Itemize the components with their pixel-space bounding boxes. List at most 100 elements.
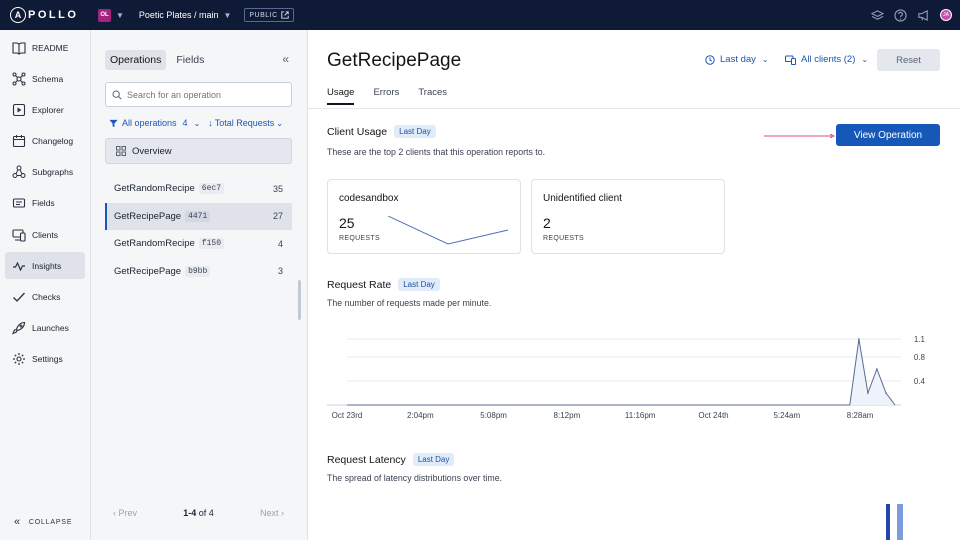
nav-item-insights[interactable]: Insights bbox=[5, 252, 85, 280]
org-switcher[interactable]: OL ▼ bbox=[98, 8, 124, 22]
sort-filter[interactable]: ↓ Total Requests ⌄ bbox=[208, 118, 283, 128]
operation-hash: 4471 bbox=[185, 210, 211, 222]
next-page-button[interactable]: Next › bbox=[260, 508, 284, 518]
settings-icon bbox=[13, 353, 25, 366]
operation-search bbox=[105, 82, 292, 107]
page-range: 1-4 bbox=[183, 508, 197, 518]
tab-divider bbox=[308, 108, 960, 109]
view-operation-button[interactable]: View Operation bbox=[836, 124, 940, 146]
latency-chart bbox=[886, 504, 903, 540]
nav-item-label: Fields bbox=[32, 198, 55, 209]
top-bar-icons: JA bbox=[871, 8, 952, 22]
x-tick-label: 8:12pm bbox=[554, 411, 581, 420]
tab-errors[interactable]: Errors bbox=[373, 87, 399, 105]
data-point bbox=[885, 392, 887, 394]
graph-switcher[interactable]: Poetic Plates / main ▼ bbox=[139, 10, 231, 20]
top-bar: A POLLO OL ▼ Poetic Plates / main ▼ PUBL… bbox=[0, 0, 960, 30]
visibility-label: PUBLIC bbox=[249, 11, 278, 19]
nav-item-label: Explorer bbox=[32, 104, 64, 115]
nav-item-label: Insights bbox=[32, 260, 62, 271]
client-card-unidentified[interactable]: Unidentified client 2 REQUESTS bbox=[531, 179, 725, 254]
prev-label: Prev bbox=[118, 508, 138, 518]
operation-hash: 6ec7 bbox=[198, 183, 224, 195]
next-label: Next bbox=[259, 508, 279, 518]
tab-usage[interactable]: Usage bbox=[327, 87, 355, 105]
announcements-icon[interactable] bbox=[917, 9, 930, 22]
operation-name: GetRandomRecipe bbox=[114, 183, 195, 195]
search-input[interactable] bbox=[127, 89, 287, 100]
arrow-annotation bbox=[764, 134, 836, 138]
nav-item-checks[interactable]: Checks bbox=[5, 284, 85, 311]
chevron-down-icon: ▼ bbox=[223, 10, 232, 20]
help-icon[interactable] bbox=[894, 8, 907, 22]
request-rate-desc: The number of requests made per minute. bbox=[327, 298, 492, 308]
apollo-logo-text: POLLO bbox=[28, 9, 79, 21]
operation-count: 27 bbox=[272, 211, 283, 222]
nav-item-subgraphs[interactable]: Subgraphs bbox=[5, 159, 85, 186]
scrollbar[interactable] bbox=[298, 280, 301, 320]
collapse-button[interactable]: « COLLAPSE bbox=[14, 516, 72, 528]
section-title: Client Usage bbox=[327, 125, 388, 138]
user-avatar[interactable]: JA bbox=[940, 9, 952, 21]
request-rate-title: Request Rate Last Day bbox=[327, 278, 440, 291]
operation-list: GetRandomRecipe 6ec7 35 GetRecipePage 44… bbox=[105, 175, 292, 285]
nav-item-fields[interactable]: Fields bbox=[5, 190, 85, 217]
org-avatar: OL bbox=[98, 8, 111, 22]
nav-item-label: Schema bbox=[32, 73, 64, 84]
section-title: Request Rate bbox=[327, 278, 392, 291]
data-point bbox=[858, 338, 860, 340]
list-item[interactable]: GetRandomRecipe 6ec7 35 bbox=[105, 175, 292, 203]
latency-bar bbox=[897, 504, 903, 540]
time-range-select[interactable]: Last day ⌄ bbox=[705, 54, 769, 65]
client-card-codesandbox[interactable]: codesandbox 25 REQUESTS bbox=[327, 179, 521, 254]
nav-item-schema[interactable]: Schema bbox=[5, 65, 85, 92]
operations-filter[interactable]: All operations 4 ⌄ bbox=[109, 118, 200, 128]
main-content: GetRecipePage Last day ⌄ All clients (2)… bbox=[308, 30, 960, 540]
list-item[interactable]: GetRandomRecipe f150 4 bbox=[105, 230, 292, 258]
chevron-down-icon: ⌄ bbox=[761, 55, 769, 64]
apollo-logo[interactable]: A POLLO bbox=[10, 7, 88, 23]
subgraphs-icon bbox=[12, 165, 26, 179]
graph-name: Poetic Plates / main bbox=[138, 10, 219, 20]
list-item[interactable]: GetRecipePage b9bb 3 bbox=[105, 258, 292, 286]
fields-icon bbox=[12, 198, 26, 208]
client-requests-label: REQUESTS bbox=[543, 235, 584, 242]
tab-traces[interactable]: Traces bbox=[418, 87, 447, 105]
operation-count: 35 bbox=[272, 183, 283, 194]
list-item[interactable]: GetRecipePage 4471 27 bbox=[105, 202, 292, 230]
nav-item-label: Settings bbox=[32, 354, 63, 365]
client-usage-desc: These are the top 2 clients that this op… bbox=[327, 147, 546, 157]
overview-button[interactable]: Overview bbox=[105, 138, 292, 164]
operation-hash: f150 bbox=[198, 238, 224, 250]
operation-count: 3 bbox=[277, 266, 283, 277]
grid-icon bbox=[116, 146, 126, 156]
series-line bbox=[347, 338, 896, 406]
double-chevron-left-icon: « bbox=[14, 516, 21, 528]
nav-item-launches[interactable]: Launches bbox=[5, 315, 85, 342]
client-name: Unidentified client bbox=[543, 193, 622, 204]
prev-page-button[interactable]: ‹ Prev bbox=[113, 508, 137, 518]
nav-item-clients[interactable]: Clients bbox=[5, 221, 85, 248]
changelog-icon bbox=[12, 135, 26, 148]
clients-select[interactable]: All clients (2) ⌄ bbox=[785, 54, 868, 65]
search-icon bbox=[112, 90, 122, 100]
nav-list: README Schema Explorer Changelog Subgrap… bbox=[0, 30, 90, 373]
main-nav: README Schema Explorer Changelog Subgrap… bbox=[0, 30, 91, 540]
y-tick-label: 0.4 bbox=[914, 377, 926, 386]
nav-item-settings[interactable]: Settings bbox=[5, 346, 85, 373]
data-point bbox=[867, 392, 869, 394]
nav-item-explorer[interactable]: Explorer bbox=[5, 96, 85, 123]
request-latency-title: Request Latency Last Day bbox=[327, 453, 455, 466]
tab-operations[interactable]: Operations bbox=[105, 50, 167, 70]
docs-icon[interactable] bbox=[871, 9, 884, 22]
tab-fields[interactable]: Fields bbox=[171, 50, 209, 70]
reset-button[interactable]: Reset bbox=[877, 49, 940, 71]
visibility-badge[interactable]: PUBLIC bbox=[244, 8, 294, 22]
page-indicator: 1-4 of 4 bbox=[183, 508, 214, 518]
nav-item-readme[interactable]: README bbox=[5, 34, 85, 61]
chevron-down-icon: ⌄ bbox=[193, 118, 201, 128]
y-tick-label: 0.8 bbox=[914, 353, 926, 362]
overview-label: Overview bbox=[132, 145, 172, 157]
nav-item-changelog[interactable]: Changelog bbox=[5, 128, 85, 155]
collapse-panel-icon[interactable]: « bbox=[282, 52, 289, 66]
